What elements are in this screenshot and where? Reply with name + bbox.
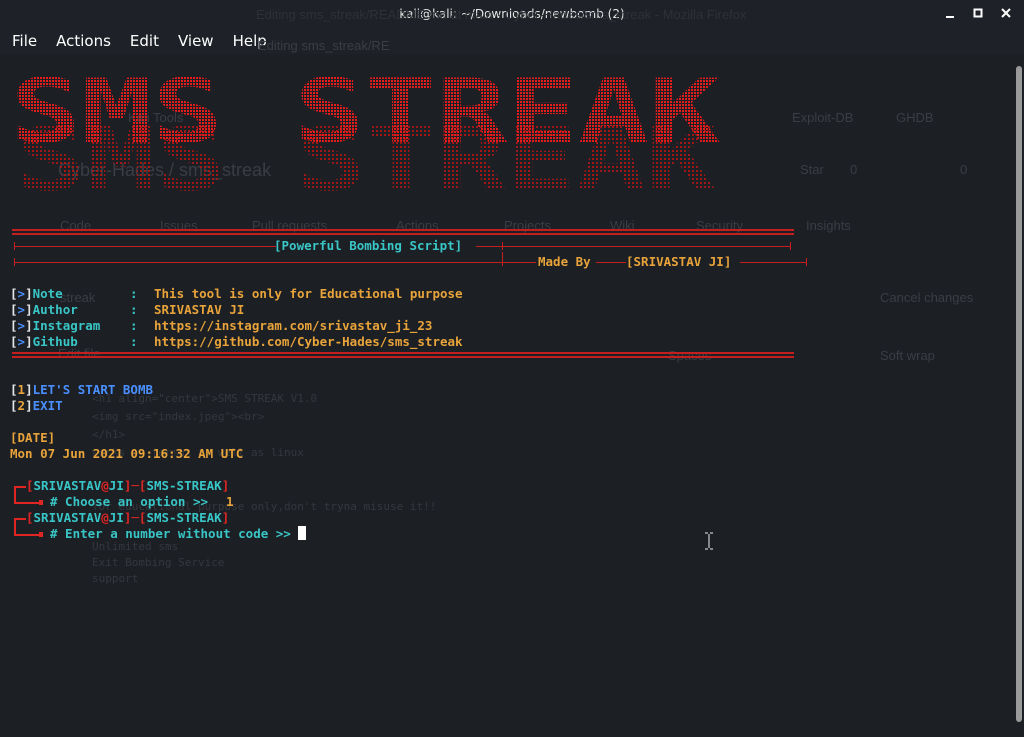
info-github-value: https://github.com/Cyber-Hades/sms_strea…: [154, 334, 463, 349]
prompt-1-header: [SRIVASTAV@JI]─[SMS-STREAK]: [26, 478, 230, 493]
text-cursor: [298, 526, 307, 540]
subtitle-rule-right: [476, 246, 790, 247]
prompt-1-question: # Choose an option >>: [50, 494, 209, 509]
menu-bar: File Actions Edit View Help: [0, 28, 1024, 54]
minimize-icon: [946, 16, 954, 18]
ghost-code-2: <img src="index.jpeg"><br>: [92, 410, 265, 423]
prompt-2-question: # Enter a number without code >>: [50, 526, 291, 541]
maximize-button[interactable]: [970, 4, 986, 22]
ghost-code-8: support: [92, 572, 139, 585]
madeby-rule-left: [14, 262, 536, 263]
option-2: [2]EXIT: [10, 398, 63, 413]
ibeam-cursor-icon: [705, 532, 713, 550]
menu-file[interactable]: File: [4, 32, 45, 50]
madeby-tick-mid: [502, 252, 503, 266]
info-colon-2: :: [130, 302, 138, 317]
ghost-tab: Editing sms_streak/RE: [258, 38, 390, 53]
info-note-value: This tool is only for Educational purpos…: [154, 286, 463, 301]
option-1: [1]LET'S START BOMB: [10, 382, 154, 397]
info-author-value: SRIVASTAV JI: [154, 302, 245, 317]
ascii-banner: SMS STREAK SMS STREAK: [10, 62, 730, 202]
banner-art: SMS STREAK SMS STREAK: [10, 62, 720, 202]
info-colon-3: :: [130, 318, 138, 333]
madeby-name: [SRIVASTAV JI]: [626, 254, 732, 269]
ghost-fork-count: 0: [960, 162, 968, 177]
info-note: [>]Note: [10, 286, 63, 301]
ghost-soft-wrap: Soft wrap: [880, 348, 935, 363]
maximize-icon: [973, 8, 983, 18]
info-instagram: [>]Instagram: [10, 318, 101, 333]
ghost-bookmark-3: GHDB: [896, 110, 934, 125]
minimize-button[interactable]: [942, 4, 958, 22]
terminal-scrollbar[interactable]: [1016, 66, 1022, 722]
date-value: Mon 07 Jun 2021 09:16:32 AM UTC: [10, 446, 244, 461]
ghost-cancel: Cancel changes: [880, 290, 974, 305]
prompt-1-answer: 1: [226, 494, 234, 509]
subtitle-tick-left: [14, 242, 15, 250]
madeby-rule-mid: [596, 262, 626, 263]
subtitle-rule-left: [14, 246, 276, 247]
ghost-bookmark-2: Exploit-DB: [792, 110, 854, 125]
divider-bottom-2: [12, 356, 794, 358]
ghost-star-count: 0: [850, 162, 858, 177]
close-button[interactable]: [998, 4, 1014, 22]
divider-top-2: [12, 233, 794, 235]
menu-view[interactable]: View: [170, 32, 222, 50]
menu-edit[interactable]: Edit: [122, 32, 167, 50]
madeby-label: Made By: [538, 254, 591, 269]
info-instagram-value: https://instagram.com/srivastav_ji_23: [154, 318, 433, 333]
ghost-code-7: Exit Bombing Service: [92, 556, 225, 569]
madeby-rule-right: [740, 262, 806, 263]
banner-text: SMS STREAK: [10, 62, 720, 163]
info-author: [>]Author: [10, 302, 78, 317]
info-colon-4: :: [130, 334, 138, 349]
madeby-tick-left: [14, 258, 15, 266]
prompt-2-header: [SRIVASTAV@JI]─[SMS-STREAK]: [26, 510, 230, 525]
info-colon-1: :: [130, 286, 138, 301]
divider-top-1: [12, 229, 794, 231]
menu-actions[interactable]: Actions: [48, 32, 119, 50]
close-icon: [1001, 8, 1011, 18]
ghost-code-3: </h1>: [92, 428, 126, 441]
subtitle-tick-right: [790, 242, 791, 250]
madeby-tick-right: [806, 258, 807, 266]
prompt-2-input-line[interactable]: # Enter a number without code >>: [50, 526, 307, 542]
subtitle: [Powerful Bombing Script]: [274, 238, 463, 253]
info-github: [>]Github: [10, 334, 78, 349]
date-label: [DATE]: [10, 430, 56, 445]
ghost-window-title: Editing sms_streak/README.md at main · C…: [256, 7, 747, 22]
ghost-star: Star: [800, 162, 824, 177]
divider-bottom-1: [12, 352, 794, 354]
ghost-tab-insights: Insights: [806, 218, 851, 233]
subtitle-tick-mid: [502, 242, 503, 250]
